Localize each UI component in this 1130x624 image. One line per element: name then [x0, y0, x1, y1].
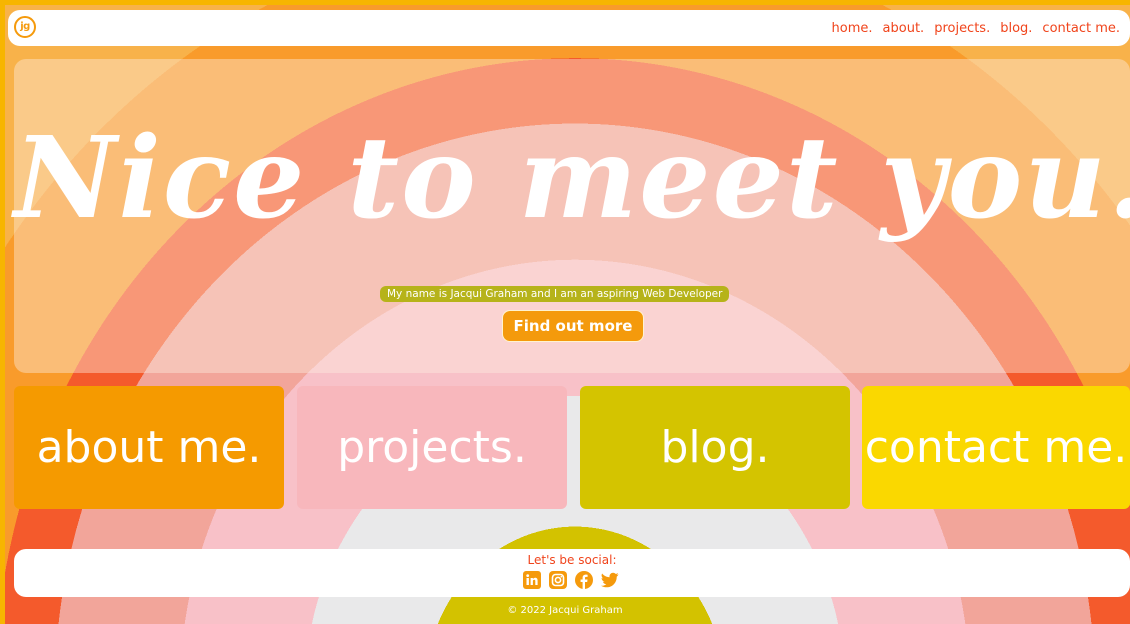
- social-footer: Let's be social:: [14, 549, 1130, 597]
- tile-contact-me[interactable]: contact me.: [862, 386, 1130, 509]
- hero-subtitle: My name is Jacqui Graham and I am an asp…: [380, 286, 730, 302]
- social-title: Let's be social:: [527, 553, 617, 567]
- nav-link-blog[interactable]: blog.: [1000, 21, 1032, 36]
- tile-projects[interactable]: projects.: [297, 386, 567, 509]
- nav-link-home[interactable]: home.: [832, 21, 873, 36]
- linkedin-icon[interactable]: [523, 571, 541, 589]
- nav-link-contact[interactable]: contact me.: [1042, 21, 1120, 36]
- nav-link-about[interactable]: about.: [883, 21, 925, 36]
- navbar: jg home. about. projects. blog. contact …: [8, 10, 1130, 46]
- tile-blog[interactable]: blog.: [580, 386, 850, 509]
- instagram-icon[interactable]: [549, 571, 567, 589]
- nav-links: home. about. projects. blog. contact me.: [832, 10, 1120, 46]
- social-links: [523, 571, 619, 589]
- hero-banner: Nice to meet you. My name is Jacqui Grah…: [14, 59, 1130, 373]
- page-frame-top: [0, 0, 1130, 5]
- hero-title: Nice to meet you.: [14, 113, 1130, 244]
- page-frame-left: [0, 0, 5, 624]
- logo-icon[interactable]: jg: [14, 16, 36, 38]
- twitter-icon[interactable]: [601, 571, 619, 589]
- tile-about-me[interactable]: about me.: [14, 386, 284, 509]
- find-out-more-button[interactable]: Find out more: [502, 310, 644, 342]
- nav-link-projects[interactable]: projects.: [934, 21, 990, 36]
- copyright-text: © 2022 Jacqui Graham: [507, 605, 623, 616]
- facebook-icon[interactable]: [575, 571, 593, 589]
